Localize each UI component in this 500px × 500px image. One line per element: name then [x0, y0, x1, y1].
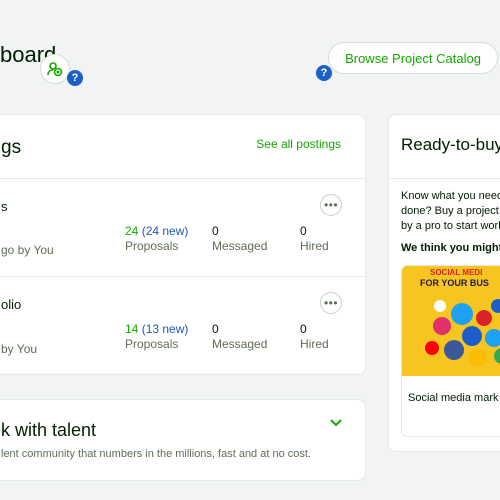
hired-count: 0 — [300, 224, 307, 238]
hired-label: Hired — [300, 337, 329, 351]
hired-label: Hired — [300, 239, 329, 253]
posting-title[interactable]: s — [1, 199, 8, 214]
talent-description: lent community that numbers in the milli… — [1, 448, 311, 460]
ready-to-buy-title: Ready-to-buy — [401, 135, 500, 154]
more-options-button[interactable]: ••• — [320, 194, 342, 216]
posting-meta: go by You — [1, 243, 54, 257]
posting-meta: by You — [1, 342, 38, 356]
divider — [0, 276, 365, 277]
social-icons-illustration — [425, 299, 500, 367]
proposals-label: Proposals — [125, 239, 179, 253]
messaged-label: Messaged — [212, 337, 268, 351]
ready-text-line: by a pro to start work — [401, 220, 500, 232]
suggestion-heading: We think you might l — [401, 242, 500, 254]
proposals-count[interactable]: 14 (13 new) — [125, 322, 188, 336]
hired-count: 0 — [300, 322, 307, 336]
talent-card[interactable]: k with talent lent community that number… — [0, 399, 366, 481]
project-title[interactable]: Social media mark — [408, 392, 498, 404]
ready-to-buy-card: Ready-to-buy Know what you need done? Bu… — [388, 114, 500, 452]
postings-title: gs — [1, 137, 22, 158]
help-icon[interactable]: ? — [316, 65, 332, 81]
ready-text-line: done? Buy a project — [401, 205, 499, 217]
talent-title: k with talent — [1, 420, 97, 440]
more-options-button[interactable]: ••• — [320, 292, 342, 314]
messaged-label: Messaged — [212, 239, 268, 253]
divider — [389, 178, 500, 179]
see-all-postings-link[interactable]: See all postings — [256, 137, 341, 151]
proposals-label: Proposals — [125, 337, 179, 351]
add-team-button[interactable] — [40, 54, 70, 84]
project-image: SOCIAL MEDI FOR YOUR BUS — [402, 266, 500, 376]
project-card[interactable]: SOCIAL MEDI FOR YOUR BUS Social media ma… — [401, 265, 500, 437]
chevron-down-icon[interactable] — [329, 418, 343, 428]
add-team-icon — [47, 62, 63, 77]
help-icon[interactable]: ? — [67, 70, 83, 86]
ready-text-line: Know what you need — [401, 190, 500, 202]
browse-project-catalog-button[interactable]: Browse Project Catalog — [328, 42, 498, 74]
postings-card: gs See all postings s ••• go by You 24 (… — [0, 114, 366, 375]
posting-title[interactable]: olio — [1, 297, 21, 312]
divider — [0, 178, 365, 179]
proposals-count[interactable]: 24 (24 new) — [125, 224, 188, 238]
messaged-count: 0 — [212, 322, 219, 336]
messaged-count: 0 — [212, 224, 219, 238]
